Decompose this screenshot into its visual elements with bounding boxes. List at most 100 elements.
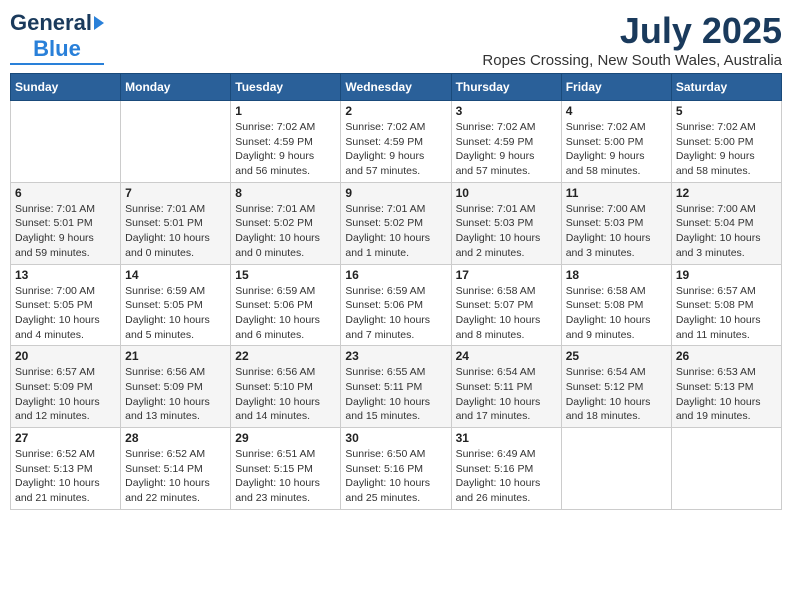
calendar-week-row: 27 Sunrise: 6:52 AM Sunset: 5:13 PM Dayli…	[11, 428, 782, 510]
day-number: 8	[235, 186, 336, 200]
logo-blue: Blue	[33, 36, 81, 62]
location-title: Ropes Crossing, New South Wales, Austral…	[482, 52, 782, 69]
logo-arrow-icon	[94, 16, 104, 30]
day-number: 27	[15, 431, 116, 445]
day-number: 13	[15, 268, 116, 282]
logo: General Blue	[10, 10, 104, 65]
calendar-cell	[121, 101, 231, 183]
calendar-cell: 13 Sunrise: 7:00 AM Sunset: 5:05 PM Dayli…	[11, 264, 121, 346]
calendar-cell: 24 Sunrise: 6:54 AM Sunset: 5:11 PM Dayli…	[451, 346, 561, 428]
day-info: Sunrise: 6:53 AM Sunset: 5:13 PM Dayligh…	[676, 365, 777, 424]
calendar-cell: 5Sunrise: 7:02 AM Sunset: 5:00 PM Daylig…	[671, 101, 781, 183]
day-number: 31	[456, 431, 557, 445]
day-number: 24	[456, 349, 557, 363]
calendar-week-row: 1 Sunrise: 7:02 AM Sunset: 4:59 PM Daylig…	[11, 101, 782, 183]
calendar-cell: 17Sunrise: 6:58 AM Sunset: 5:07 PM Dayli…	[451, 264, 561, 346]
day-number: 28	[125, 431, 226, 445]
day-info: Sunrise: 7:02 AM Sunset: 5:00 PM Dayligh…	[676, 120, 777, 179]
day-info: Sunrise: 7:00 AM Sunset: 5:04 PM Dayligh…	[676, 202, 777, 261]
day-info: Sunrise: 7:01 AM Sunset: 5:01 PM Dayligh…	[125, 202, 226, 261]
day-info: Sunrise: 7:01 AM Sunset: 5:01 PM Dayligh…	[15, 202, 116, 261]
calendar-week-row: 20Sunrise: 6:57 AM Sunset: 5:09 PM Dayli…	[11, 346, 782, 428]
calendar-cell: 11 Sunrise: 7:00 AM Sunset: 5:03 PM Dayli…	[561, 182, 671, 264]
day-info: Sunrise: 6:57 AM Sunset: 5:09 PM Dayligh…	[15, 365, 116, 424]
calendar-cell: 4 Sunrise: 7:02 AM Sunset: 5:00 PM Daylig…	[561, 101, 671, 183]
day-info: Sunrise: 7:02 AM Sunset: 4:59 PM Dayligh…	[345, 120, 446, 179]
day-number: 11	[566, 186, 667, 200]
day-number: 21	[125, 349, 226, 363]
day-number: 4	[566, 104, 667, 118]
day-number: 15	[235, 268, 336, 282]
calendar-cell: 30Sunrise: 6:50 AM Sunset: 5:16 PM Dayli…	[341, 428, 451, 510]
logo-general: General	[10, 10, 92, 36]
day-number: 26	[676, 349, 777, 363]
calendar-cell: 1 Sunrise: 7:02 AM Sunset: 4:59 PM Daylig…	[231, 101, 341, 183]
day-info: Sunrise: 7:01 AM Sunset: 5:02 PM Dayligh…	[345, 202, 446, 261]
day-number: 16	[345, 268, 446, 282]
col-thursday: Thursday	[451, 74, 561, 101]
day-number: 6	[15, 186, 116, 200]
calendar-cell: 26 Sunrise: 6:53 AM Sunset: 5:13 PM Dayli…	[671, 346, 781, 428]
calendar-cell: 3 Sunrise: 7:02 AM Sunset: 4:59 PM Daylig…	[451, 101, 561, 183]
calendar-table: Sunday Monday Tuesday Wednesday Thursday…	[10, 73, 782, 510]
calendar-cell: 22 Sunrise: 6:56 AM Sunset: 5:10 PM Dayli…	[231, 346, 341, 428]
day-info: Sunrise: 7:02 AM Sunset: 4:59 PM Dayligh…	[456, 120, 557, 179]
calendar-cell	[11, 101, 121, 183]
day-number: 9	[345, 186, 446, 200]
calendar-cell: 18Sunrise: 6:58 AM Sunset: 5:08 PM Dayli…	[561, 264, 671, 346]
day-info: Sunrise: 7:02 AM Sunset: 5:00 PM Dayligh…	[566, 120, 667, 179]
day-number: 3	[456, 104, 557, 118]
day-info: Sunrise: 7:01 AM Sunset: 5:02 PM Dayligh…	[235, 202, 336, 261]
day-number: 22	[235, 349, 336, 363]
day-info: Sunrise: 7:00 AM Sunset: 5:05 PM Dayligh…	[15, 284, 116, 343]
day-info: Sunrise: 7:01 AM Sunset: 5:03 PM Dayligh…	[456, 202, 557, 261]
calendar-cell: 25Sunrise: 6:54 AM Sunset: 5:12 PM Dayli…	[561, 346, 671, 428]
calendar-cell: 27 Sunrise: 6:52 AM Sunset: 5:13 PM Dayli…	[11, 428, 121, 510]
day-info: Sunrise: 6:57 AM Sunset: 5:08 PM Dayligh…	[676, 284, 777, 343]
day-number: 2	[345, 104, 446, 118]
month-title: July 2025	[482, 10, 782, 52]
calendar-cell: 8 Sunrise: 7:01 AM Sunset: 5:02 PM Daylig…	[231, 182, 341, 264]
calendar-cell: 31 Sunrise: 6:49 AM Sunset: 5:16 PM Dayli…	[451, 428, 561, 510]
col-sunday: Sunday	[11, 74, 121, 101]
day-info: Sunrise: 6:56 AM Sunset: 5:10 PM Dayligh…	[235, 365, 336, 424]
calendar-cell: 16 Sunrise: 6:59 AM Sunset: 5:06 PM Dayli…	[341, 264, 451, 346]
day-info: Sunrise: 6:59 AM Sunset: 5:06 PM Dayligh…	[235, 284, 336, 343]
day-info: Sunrise: 6:58 AM Sunset: 5:08 PM Dayligh…	[566, 284, 667, 343]
calendar-cell: 12Sunrise: 7:00 AM Sunset: 5:04 PM Dayli…	[671, 182, 781, 264]
day-info: Sunrise: 6:59 AM Sunset: 5:06 PM Dayligh…	[345, 284, 446, 343]
col-monday: Monday	[121, 74, 231, 101]
day-info: Sunrise: 6:54 AM Sunset: 5:11 PM Dayligh…	[456, 365, 557, 424]
day-info: Sunrise: 6:51 AM Sunset: 5:15 PM Dayligh…	[235, 447, 336, 506]
day-number: 1	[235, 104, 336, 118]
day-info: Sunrise: 6:55 AM Sunset: 5:11 PM Dayligh…	[345, 365, 446, 424]
day-info: Sunrise: 6:59 AM Sunset: 5:05 PM Dayligh…	[125, 284, 226, 343]
day-info: Sunrise: 7:00 AM Sunset: 5:03 PM Dayligh…	[566, 202, 667, 261]
day-number: 25	[566, 349, 667, 363]
col-tuesday: Tuesday	[231, 74, 341, 101]
day-info: Sunrise: 6:49 AM Sunset: 5:16 PM Dayligh…	[456, 447, 557, 506]
calendar-cell: 9 Sunrise: 7:01 AM Sunset: 5:02 PM Daylig…	[341, 182, 451, 264]
calendar-cell: 23 Sunrise: 6:55 AM Sunset: 5:11 PM Dayli…	[341, 346, 451, 428]
title-area: July 2025 Ropes Crossing, New South Wale…	[482, 10, 782, 69]
calendar-cell: 2 Sunrise: 7:02 AM Sunset: 4:59 PM Daylig…	[341, 101, 451, 183]
day-info: Sunrise: 6:52 AM Sunset: 5:14 PM Dayligh…	[125, 447, 226, 506]
day-number: 19	[676, 268, 777, 282]
day-info: Sunrise: 6:52 AM Sunset: 5:13 PM Dayligh…	[15, 447, 116, 506]
calendar-cell: 7Sunrise: 7:01 AM Sunset: 5:01 PM Daylig…	[121, 182, 231, 264]
page-header: General Blue July 2025 Ropes Crossing, N…	[10, 10, 782, 69]
calendar-week-row: 13 Sunrise: 7:00 AM Sunset: 5:05 PM Dayli…	[11, 264, 782, 346]
calendar-cell: 29Sunrise: 6:51 AM Sunset: 5:15 PM Dayli…	[231, 428, 341, 510]
calendar-cell	[561, 428, 671, 510]
day-info: Sunrise: 7:02 AM Sunset: 4:59 PM Dayligh…	[235, 120, 336, 179]
calendar-cell: 21Sunrise: 6:56 AM Sunset: 5:09 PM Dayli…	[121, 346, 231, 428]
day-number: 10	[456, 186, 557, 200]
col-saturday: Saturday	[671, 74, 781, 101]
day-number: 17	[456, 268, 557, 282]
calendar-cell: 20Sunrise: 6:57 AM Sunset: 5:09 PM Dayli…	[11, 346, 121, 428]
day-number: 23	[345, 349, 446, 363]
col-wednesday: Wednesday	[341, 74, 451, 101]
calendar-cell: 14Sunrise: 6:59 AM Sunset: 5:05 PM Dayli…	[121, 264, 231, 346]
calendar-header-row: Sunday Monday Tuesday Wednesday Thursday…	[11, 74, 782, 101]
calendar-cell: 28 Sunrise: 6:52 AM Sunset: 5:14 PM Dayli…	[121, 428, 231, 510]
